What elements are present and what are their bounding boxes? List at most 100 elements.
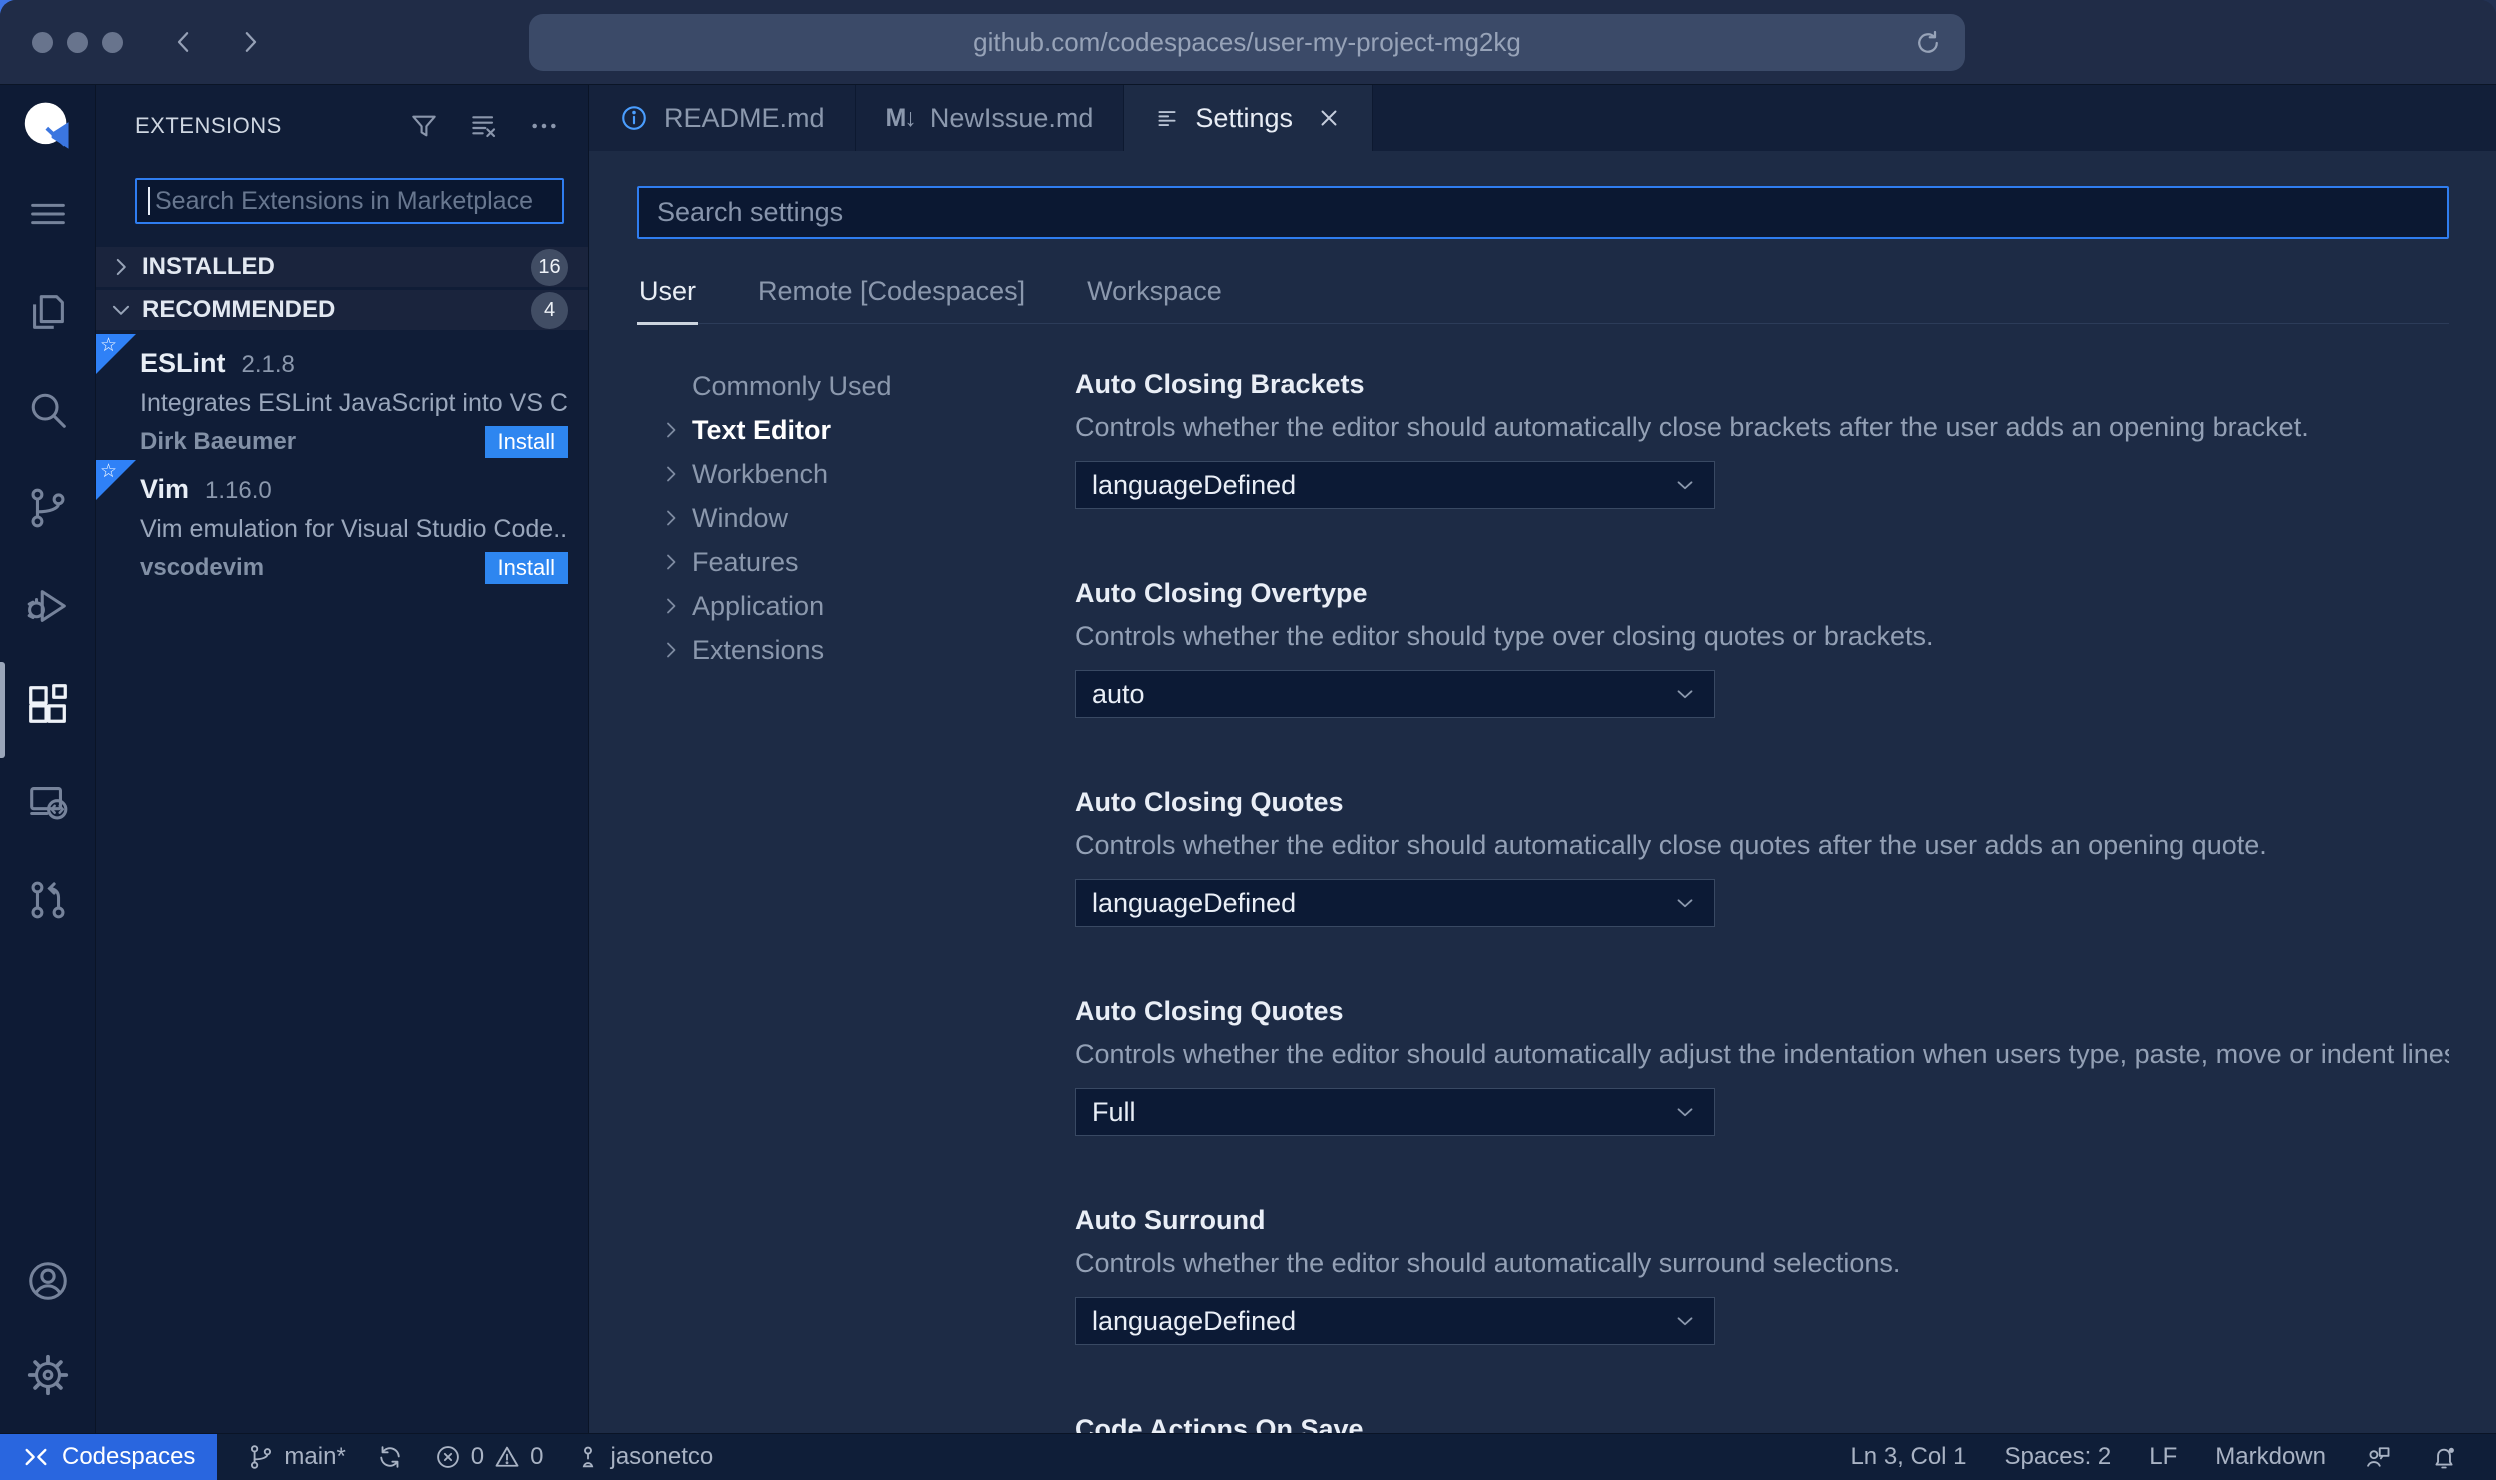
back-icon[interactable]	[169, 27, 199, 57]
count-badge: 16	[531, 248, 568, 286]
section-recommended[interactable]: RECOMMENDED 4	[96, 290, 588, 330]
scope-tab-remote[interactable]: Remote [Codespaces]	[756, 266, 1027, 325]
chevron-right-icon	[108, 254, 138, 280]
extension-list-item[interactable]: ☆ ESLint 2.1.8 Integrates ESLint JavaScr…	[96, 334, 588, 458]
notifications-bell-icon[interactable]	[2430, 1443, 2458, 1471]
toc-features[interactable]: Features	[659, 540, 1001, 584]
settings-gear-icon[interactable]	[23, 1350, 73, 1400]
section-label: RECOMMENDED	[142, 296, 336, 323]
extensions-search-input[interactable]	[135, 178, 564, 224]
tab-readme[interactable]: README.md	[589, 85, 856, 151]
tab-settings[interactable]: Settings	[1124, 85, 1373, 151]
extension-description: Integrates ESLint JavaScript into VS C..…	[140, 389, 568, 417]
extension-list-item[interactable]: ☆ Vim 1.16.0 Vim emulation for Visual St…	[96, 460, 588, 584]
remote-indicator[interactable]: Codespaces	[0, 1434, 218, 1480]
info-icon	[619, 103, 649, 133]
activity-bar	[0, 85, 96, 1433]
setting-title: Auto Closing Quotes	[1075, 787, 1344, 817]
close-window-icon[interactable]	[32, 31, 53, 53]
toc-commonly-used[interactable]: Commonly Used	[659, 364, 1001, 408]
extension-version: 2.1.8	[241, 351, 295, 378]
section-installed[interactable]: INSTALLED 16	[96, 247, 588, 287]
chevron-right-icon	[659, 418, 692, 442]
setting-description: Controls whether the editor should autom…	[1075, 1248, 1901, 1278]
setting-value-dropdown[interactable]: languageDefined	[1075, 879, 1715, 927]
minimize-window-icon[interactable]	[67, 31, 88, 53]
extensions-icon[interactable]	[23, 679, 73, 729]
install-button[interactable]: Install	[484, 552, 568, 584]
search-icon[interactable]	[23, 385, 73, 435]
scope-tab-user[interactable]: User	[637, 266, 699, 325]
active-view-indicator	[0, 662, 5, 758]
branch-status[interactable]: main*	[247, 1434, 346, 1480]
extension-version: 1.16.0	[205, 477, 272, 504]
text-cursor	[148, 187, 150, 215]
clear-extension-filter-icon[interactable]	[468, 110, 500, 142]
indentation[interactable]: Spaces: 2	[2005, 1443, 2112, 1471]
chevron-right-icon	[659, 638, 692, 662]
remote-icon	[22, 1443, 50, 1471]
run-debug-icon[interactable]	[23, 581, 73, 631]
section-label: INSTALLED	[142, 253, 275, 280]
extension-description: Vim emulation for Visual Studio Code...	[140, 515, 568, 543]
forward-icon[interactable]	[235, 27, 265, 57]
user-status[interactable]: jasonetco	[574, 1434, 713, 1480]
setting-value-dropdown[interactable]: languageDefined	[1075, 461, 1715, 509]
maximize-window-icon[interactable]	[102, 31, 123, 53]
problems-status[interactable]: 0 0	[434, 1434, 544, 1480]
setting-value-dropdown[interactable]: auto	[1075, 670, 1715, 718]
more-actions-icon[interactable]	[528, 110, 560, 142]
explorer-icon[interactable]	[23, 287, 73, 337]
browser-titlebar: github.com/codespaces/user-my-project-mg…	[0, 0, 2496, 85]
tab-label: NewIssue.md	[929, 102, 1094, 133]
chevron-right-icon	[659, 506, 692, 530]
github-codespaces-logo	[19, 98, 77, 156]
settings-editor: User Remote [Codespaces] Workspace Commo…	[589, 151, 2496, 1433]
feedback-icon[interactable]	[2364, 1443, 2392, 1471]
settings-toc: Commonly Used Text Editor Workbench Wind…	[659, 364, 1001, 1433]
toc-text-editor[interactable]: Text Editor	[659, 408, 1001, 452]
install-button[interactable]: Install	[484, 426, 568, 458]
tab-label: README.md	[664, 102, 825, 133]
remote-explorer-icon[interactable]	[23, 777, 73, 827]
toc-window[interactable]: Window	[659, 496, 1001, 540]
pull-requests-icon[interactable]	[23, 875, 73, 925]
setting-description: Controls whether the editor should autom…	[1075, 1039, 2449, 1069]
settings-editor-icon	[1154, 105, 1180, 131]
sync-status[interactable]	[376, 1434, 404, 1480]
language-mode[interactable]: Markdown	[2215, 1443, 2326, 1471]
address-bar[interactable]: github.com/codespaces/user-my-project-mg…	[529, 14, 1965, 71]
scope-tab-workspace[interactable]: Workspace	[1085, 266, 1224, 325]
cursor-position[interactable]: Ln 3, Col 1	[1850, 1443, 1966, 1471]
settings-search-input[interactable]	[637, 186, 2449, 239]
setting-row: Auto Surround Controls whether the edito…	[1075, 1200, 2449, 1345]
setting-row: Auto Closing Quotes Controls whether the…	[1075, 991, 2449, 1136]
error-icon	[434, 1443, 462, 1471]
setting-title: Auto Closing Quotes	[1075, 996, 1344, 1026]
chevron-down-icon	[1672, 681, 1698, 707]
toc-workbench[interactable]: Workbench	[659, 452, 1001, 496]
setting-row: Auto Closing Quotes Controls whether the…	[1075, 782, 2449, 927]
filter-icon[interactable]	[408, 110, 440, 142]
setting-value-dropdown[interactable]: languageDefined	[1075, 1297, 1715, 1345]
account-icon[interactable]	[23, 1256, 73, 1306]
star-icon: ☆	[100, 335, 118, 356]
source-control-icon[interactable]	[23, 483, 73, 533]
close-tab-icon[interactable]	[1316, 105, 1342, 131]
toc-extensions[interactable]: Extensions	[659, 628, 1001, 672]
extension-publisher: vscodevim	[140, 554, 265, 581]
setting-value-dropdown[interactable]: Full	[1075, 1088, 1715, 1136]
toc-application[interactable]: Application	[659, 584, 1001, 628]
chevron-down-icon	[1672, 1308, 1698, 1334]
warning-icon	[493, 1443, 521, 1471]
branch-name: main*	[284, 1443, 346, 1470]
eol-sequence[interactable]: LF	[2149, 1443, 2177, 1471]
window-controls[interactable]	[32, 31, 123, 53]
star-icon: ☆	[100, 461, 118, 482]
setting-title: Auto Closing Overtype	[1075, 578, 1368, 608]
tab-newissue[interactable]: M↓ NewIssue.md	[855, 85, 1125, 151]
sync-icon	[376, 1443, 404, 1471]
setting-title: Auto Closing Brackets	[1075, 369, 1365, 399]
refresh-icon[interactable]	[1913, 28, 1943, 58]
menu-icon[interactable]	[23, 189, 73, 239]
